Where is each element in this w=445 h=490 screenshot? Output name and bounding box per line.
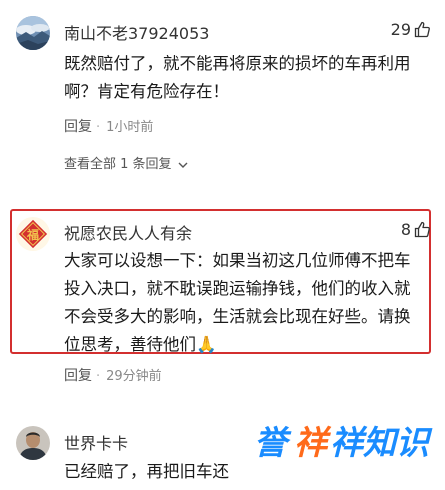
view-replies-label: 查看全部 1 条回复 [64,157,172,172]
watermark-logo: 誉 祥 祥知识 [250,410,430,462]
separator-dot: · [96,120,101,135]
comment-meta: 回复 · 29分钟前 [64,365,162,385]
comment-text-line: 不会受多大的影响，生活就会比现在好些。请换 [64,307,411,326]
like-count: 8 [400,220,411,239]
watermark-text: 誉 [254,423,287,462]
comment-text-line: 啊？肯定有危险存在！ [64,82,229,101]
comment-text-line: 投入决口，就不耽误跑运输挣钱，他们的收入就 [64,279,411,298]
reply-button[interactable]: 回复 [64,119,92,135]
comment-time: 1小时前 [106,120,154,135]
comment-username[interactable]: 南山不老37924053 [64,20,209,44]
person-avatar-icon [16,426,50,460]
view-all-replies-link[interactable]: 查看全部 1 条回复 [64,153,188,172]
like-button[interactable]: 29 [391,20,430,39]
comment-item: 福 祝愿农民人人有余 8 大家可以设想一下：如果当初这几位师傅不把车 投入决口，… [0,205,445,385]
comment-text-line: 大家可以设想一下：如果当初这几位师傅不把车 [64,251,411,270]
thumbs-up-icon [414,221,430,238]
svg-text:福: 福 [26,227,39,242]
comment-username[interactable]: 祝愿农民人人有余 [64,220,192,244]
comment-item: 南山不老37924053 29 既然赔付了，就不能再将原来的损坏的车再利用 啊？… [0,0,445,180]
thumbs-up-icon [414,21,430,38]
comment-text-line: 既然赔付了，就不能再将原来的损坏的车再利用 [64,54,411,73]
avatar[interactable]: 福 [16,217,50,251]
watermark-text: 祥 [294,423,327,462]
comment-text: 大家可以设想一下：如果当初这几位师傅不把车 投入决口，就不耽误跑运输挣钱，他们的… [64,247,426,359]
avatar[interactable] [16,16,50,50]
comment-meta: 回复 · 1小时前 [64,116,153,136]
reply-button[interactable]: 回复 [64,368,92,384]
like-button[interactable]: 8 [401,220,430,239]
landscape-avatar-icon [16,16,50,50]
separator-dot: · [96,369,101,384]
comment-text-line: 位思考，善待他们🙏 [64,335,217,354]
watermark-text: 祥知识 [330,423,429,462]
comment-time: 29分钟前 [106,369,162,384]
chevron-down-icon [178,162,188,168]
comment-username[interactable]: 世界卡卡 [64,430,128,454]
avatar[interactable] [16,426,50,460]
comment-text: 既然赔付了，就不能再将原来的损坏的车再利用 啊？肯定有危险存在！ [64,50,434,106]
fu-charm-avatar-icon: 福 [16,217,50,251]
like-count: 29 [390,20,411,39]
